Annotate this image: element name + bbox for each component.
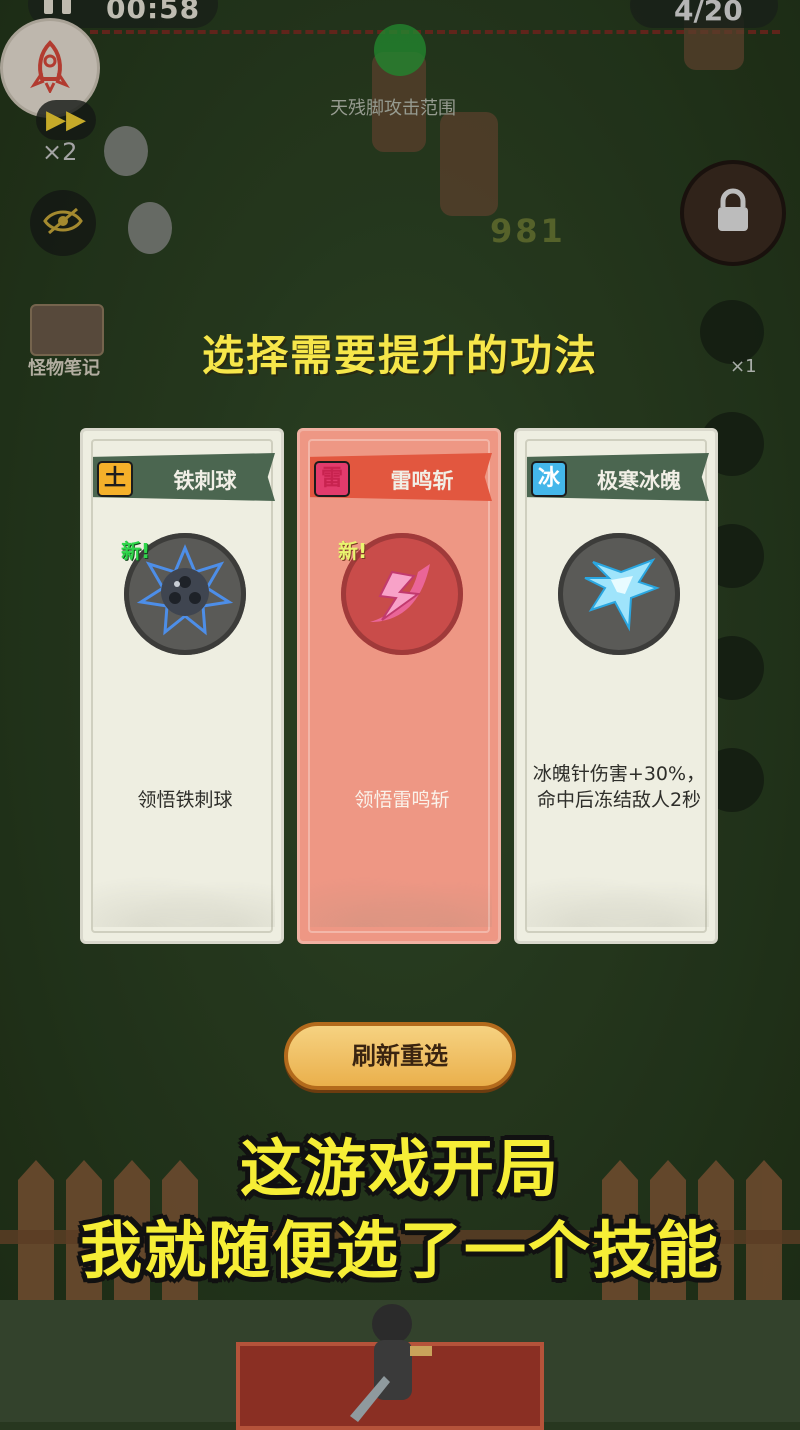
new-tag: 新! [121, 539, 151, 563]
card-mist-decoration [527, 867, 709, 927]
card-frame [308, 439, 490, 933]
subtitle-line-1: 这游戏开局 [239, 1132, 560, 1205]
skill-name: 铁刺球 [173, 469, 237, 493]
ice-shard-icon [569, 542, 669, 646]
card-mist-decoration [310, 867, 492, 927]
card-frame [525, 439, 707, 933]
skill-description: 领悟雷鸣斩 [354, 789, 450, 811]
skill-name: 雷鸣斩 [390, 469, 454, 493]
element-badge-earth: 土 [97, 461, 133, 497]
skill-icon-frame [558, 533, 680, 655]
skill-description: 冰魄针伤害+30%，命中后冻结敌人2秒 [532, 763, 706, 811]
skill-card-thunder-slash[interactable]: 雷 雷鸣斩 新! 领悟雷鸣斩 [297, 428, 501, 944]
skill-select-title: 选择需要提升的功法 [201, 331, 598, 380]
card-mist-decoration [93, 867, 275, 927]
skill-description: 领悟铁刺球 [137, 789, 233, 811]
player-character [340, 1296, 440, 1422]
subtitle-line-2: 我就随便选了一个技能 [79, 1214, 720, 1287]
card-frame [91, 439, 273, 933]
element-badge-ice: 冰 [531, 461, 567, 497]
skill-card-spiked-ball[interactable]: 土 铁刺球 新! 领悟铁刺球 [80, 428, 284, 944]
refresh-reroll-button[interactable]: 刷新重选 [284, 1022, 516, 1090]
element-badge-thunder: 雷 [314, 461, 350, 497]
new-tag: 新! [338, 539, 368, 563]
skill-card-frost-soul[interactable]: 冰 极寒冰魄 冰魄针伤害+30%，命中后冻结敌人2秒 [514, 428, 718, 944]
skill-name: 极寒冰魄 [597, 469, 681, 493]
